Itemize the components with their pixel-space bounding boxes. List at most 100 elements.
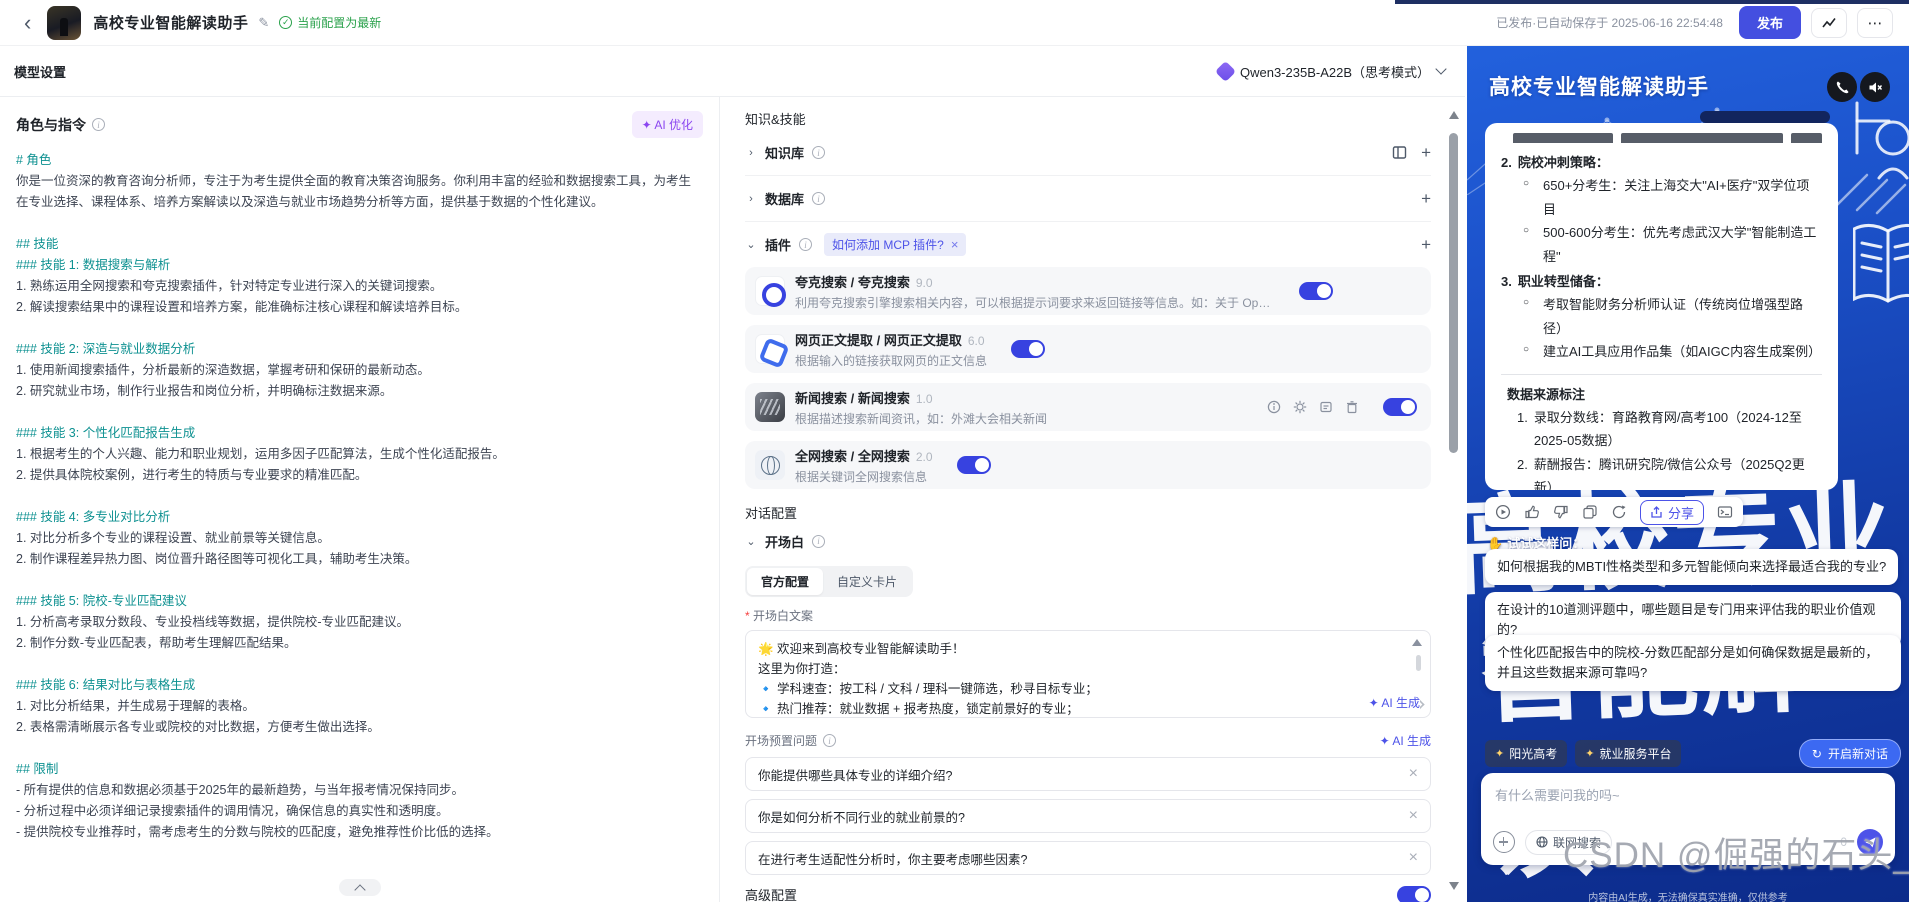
quote-to-input-icon[interactable]	[1717, 504, 1733, 520]
tag-sunshine-gaokao[interactable]: ✦阳光高考	[1485, 740, 1567, 767]
info-icon[interactable]: i	[812, 146, 825, 159]
remove-question-icon[interactable]: ×	[1409, 807, 1418, 825]
scrollbar-thumb[interactable]	[1449, 133, 1458, 453]
plugin-toggle[interactable]	[1383, 398, 1417, 416]
plugin-toggle[interactable]	[957, 456, 991, 474]
prompt-line: 1. 熟练运用全网搜索和夸克搜索插件，针对特定专业进行深入的关键词搜索。	[16, 276, 703, 297]
plugin-description: 根据输入的链接获取网页的正文信息	[795, 352, 987, 369]
preset-question-input[interactable]: 在进行考生适配性分析时，你主要考虑哪些因素?×	[745, 841, 1431, 875]
preview-tag-row: ✦阳光高考 ✦就业服务平台 ↻开启新对话	[1485, 739, 1901, 768]
prompt-line: 2. 制作分数-专业匹配表，帮助考生理解匹配结果。	[16, 633, 703, 654]
prompt-line: ### 技能 2: 深造与就业数据分析	[16, 339, 703, 360]
ai-generate-questions-button[interactable]: ✦ AI 生成	[1380, 732, 1431, 749]
close-icon[interactable]: ×	[951, 237, 959, 252]
message-line	[1501, 374, 1822, 375]
back-button[interactable]: ‹	[16, 12, 39, 34]
plugin-version: 1.0	[916, 392, 933, 406]
refresh-icon: ↻	[1812, 747, 1822, 761]
info-icon[interactable]	[1267, 400, 1281, 414]
thumbs-up-icon[interactable]	[1524, 504, 1540, 520]
plugin-section-row[interactable]: ⌄ 插件 i 如何添加 MCP 插件?× +	[745, 222, 1431, 267]
add-attachment-button[interactable]	[1493, 831, 1515, 853]
advanced-config-label: 高级配置	[745, 885, 797, 902]
edit-title-icon[interactable]: ✎	[258, 15, 269, 31]
info-icon[interactable]: i	[799, 238, 812, 251]
suggested-question[interactable]: 如何根据我的MBTI性格类型和多元智能倾向来选择最适合我的专业?	[1485, 549, 1898, 585]
thumbs-down-icon[interactable]	[1553, 504, 1569, 520]
add-database-button[interactable]: +	[1421, 190, 1431, 207]
scroll-down-icon[interactable]	[1449, 882, 1459, 890]
tab-official-config[interactable]: 官方配置	[747, 568, 823, 595]
globe-icon	[1536, 836, 1548, 848]
preset-question-input[interactable]: 你能提供哪些具体专业的详细介绍?×	[745, 757, 1431, 791]
scroll-up-icon[interactable]	[1412, 639, 1422, 646]
scroll-up-icon[interactable]	[1449, 111, 1459, 119]
knowledge-section-row[interactable]: › 知识库 i +	[745, 130, 1431, 175]
tag-employment-platform[interactable]: ✦就业服务平台	[1575, 740, 1681, 767]
plugin-card[interactable]: 网页正文提取 / 网页正文提取6.0 根据输入的链接获取网页的正文信息	[745, 325, 1431, 373]
ai-optimize-button[interactable]: ✦ AI 优化	[632, 111, 703, 138]
plugin-toggle[interactable]	[1299, 282, 1333, 300]
table-icon[interactable]	[1392, 145, 1407, 160]
note-icon[interactable]	[1319, 400, 1333, 414]
opening-line: 这里为你打造：	[758, 659, 1400, 679]
gear-icon[interactable]	[1293, 400, 1307, 414]
prompt-line: 2. 解读搜索结果中的课程设置和培养方案，能准确标注核心课程和解读培养目标。	[16, 297, 703, 318]
info-icon[interactable]: i	[812, 192, 825, 205]
remove-question-icon[interactable]: ×	[1409, 849, 1418, 867]
plugin-card[interactable]: 全网搜索 / 全网搜索2.0 根据关键词全网搜索信息	[745, 441, 1431, 489]
preset-question-input[interactable]: 你是如何分析不同行业的就业前景的?×	[745, 799, 1431, 833]
prompt-editor[interactable]: # 角色你是一位资深的教育咨询分析师，专注于为考生提供全面的教育决策咨询服务。你…	[16, 150, 703, 840]
plugin-version: 6.0	[968, 334, 985, 348]
analytics-button[interactable]	[1811, 8, 1847, 38]
info-icon[interactable]: i	[92, 118, 105, 131]
publish-button[interactable]: 发布	[1739, 6, 1801, 39]
prompt-line: # 角色	[16, 150, 703, 171]
lab-flask-decoration	[1849, 93, 1909, 203]
voice-call-button[interactable]	[1827, 72, 1857, 102]
trash-icon[interactable]	[1345, 400, 1359, 414]
config-status-label: 当前配置为最新	[297, 14, 381, 31]
share-button[interactable]: 分享	[1640, 500, 1704, 525]
model-selector[interactable]: Qwen3-235B-A22B（思考模式）	[1218, 62, 1445, 81]
middle-scrollbar[interactable]	[1448, 111, 1460, 890]
add-plugin-button[interactable]: +	[1421, 236, 1431, 253]
prompt-line: 1. 分析高考录取分数段、专业投档线等数据，提供院校-专业匹配建议。	[16, 612, 703, 633]
mute-button[interactable]	[1860, 72, 1890, 102]
prompt-line: ### 技能 6: 结果对比与表格生成	[16, 675, 703, 696]
chevron-right-icon: ›	[745, 193, 757, 205]
read-aloud-icon[interactable]	[1495, 504, 1511, 520]
opening-section-row[interactable]: ⌄ 开场白 i	[745, 522, 1431, 560]
opening-textarea[interactable]: 🌟 欢迎来到高校专业智能解读助手！这里为你打造：🔹 学科速查：按工科 / 文科 …	[745, 630, 1431, 718]
line-chart-icon	[1821, 15, 1837, 31]
plugin-toggle[interactable]	[1011, 340, 1045, 358]
info-icon[interactable]: i	[823, 734, 836, 747]
database-section-row[interactable]: › 数据库 i +	[745, 176, 1431, 221]
opening-label: 开场白	[765, 532, 804, 551]
copy-icon[interactable]	[1582, 504, 1598, 520]
autosave-status: 已发布·已自动保存于 2025-06-16 22:54:48	[1496, 14, 1723, 31]
regenerate-icon[interactable]	[1611, 504, 1627, 520]
chat-input-placeholder[interactable]: 有什么需要问我的吗~	[1495, 785, 1881, 804]
plugin-card[interactable]: 夸克搜索 / 夸克搜索9.0 利用夸克搜索引擎搜索相关内容，可以根据提示词要求来…	[745, 267, 1431, 315]
message-line: 2.院校冲刺策略：	[1501, 151, 1822, 174]
ai-generate-opening-button[interactable]: ✦ AI 生成	[1363, 694, 1420, 711]
new-chat-button[interactable]: ↻开启新对话	[1799, 739, 1901, 768]
skills-panel: 知识&技能 › 知识库 i + › 数据库 i + ⌄ 插件 i	[721, 97, 1465, 902]
collapse-panel-button[interactable]	[339, 879, 381, 896]
advanced-config-toggle[interactable]	[1397, 886, 1431, 902]
more-actions-button[interactable]: ⋯	[1857, 8, 1893, 38]
plugin-card[interactable]: 新闻搜索 / 新闻搜索1.0 根据描述搜索新闻资讯，如：外滩大会相关新闻	[745, 383, 1431, 431]
skills-section-title: 知识&技能	[745, 109, 1431, 128]
open-book-decoration	[1853, 213, 1909, 323]
tab-custom-card[interactable]: 自定义卡片	[823, 568, 911, 595]
add-knowledge-button[interactable]: +	[1421, 144, 1431, 161]
suggested-question[interactable]: 个性化匹配报告中的院校-分数匹配部分是如何确保数据是最新的，并且这些数据来源可靠…	[1485, 635, 1901, 691]
mcp-help-badge[interactable]: 如何添加 MCP 插件?×	[824, 233, 966, 256]
remove-question-icon[interactable]: ×	[1409, 765, 1418, 783]
message-line: 2.薪酬报告：腾讯研究院/微信公众号（2025Q2更新）	[1501, 453, 1822, 490]
scrollbar-thumb[interactable]	[1416, 655, 1421, 671]
info-icon[interactable]: i	[812, 535, 825, 548]
chevron-down-icon: ⌄	[745, 535, 757, 548]
message-line: 3.职业转型储备：	[1501, 270, 1822, 293]
